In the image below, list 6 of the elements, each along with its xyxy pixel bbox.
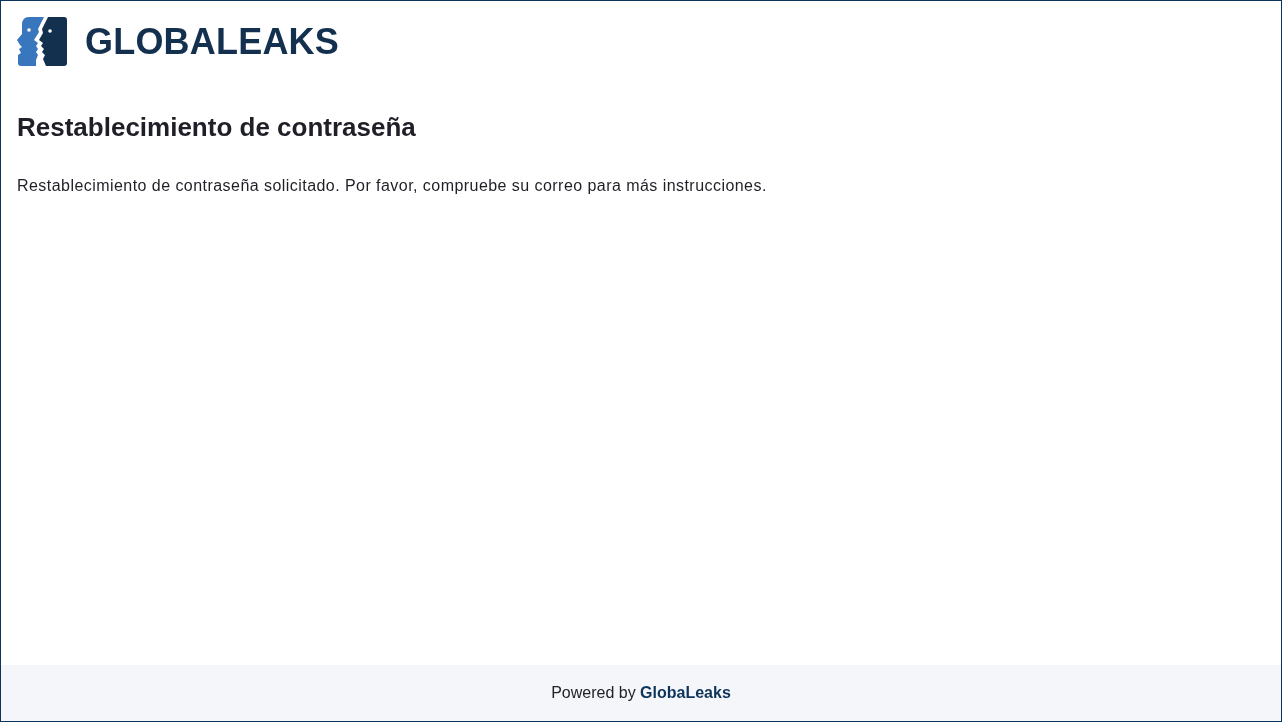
globaleaks-link[interactable]: GlobaLeaks — [640, 684, 731, 701]
logo-icon — [17, 17, 67, 66]
footer-credit: Powered by GlobaLeaks — [551, 683, 731, 703]
message-text: Restablecimiento de contraseña solicitado. Por favor, compruebe su correo para más instrucciones. — [17, 176, 768, 196]
page-title: Restablecimiento de contraseña — [17, 112, 417, 142]
logo-wordmark: GLOBALEAKS — [85, 23, 339, 60]
